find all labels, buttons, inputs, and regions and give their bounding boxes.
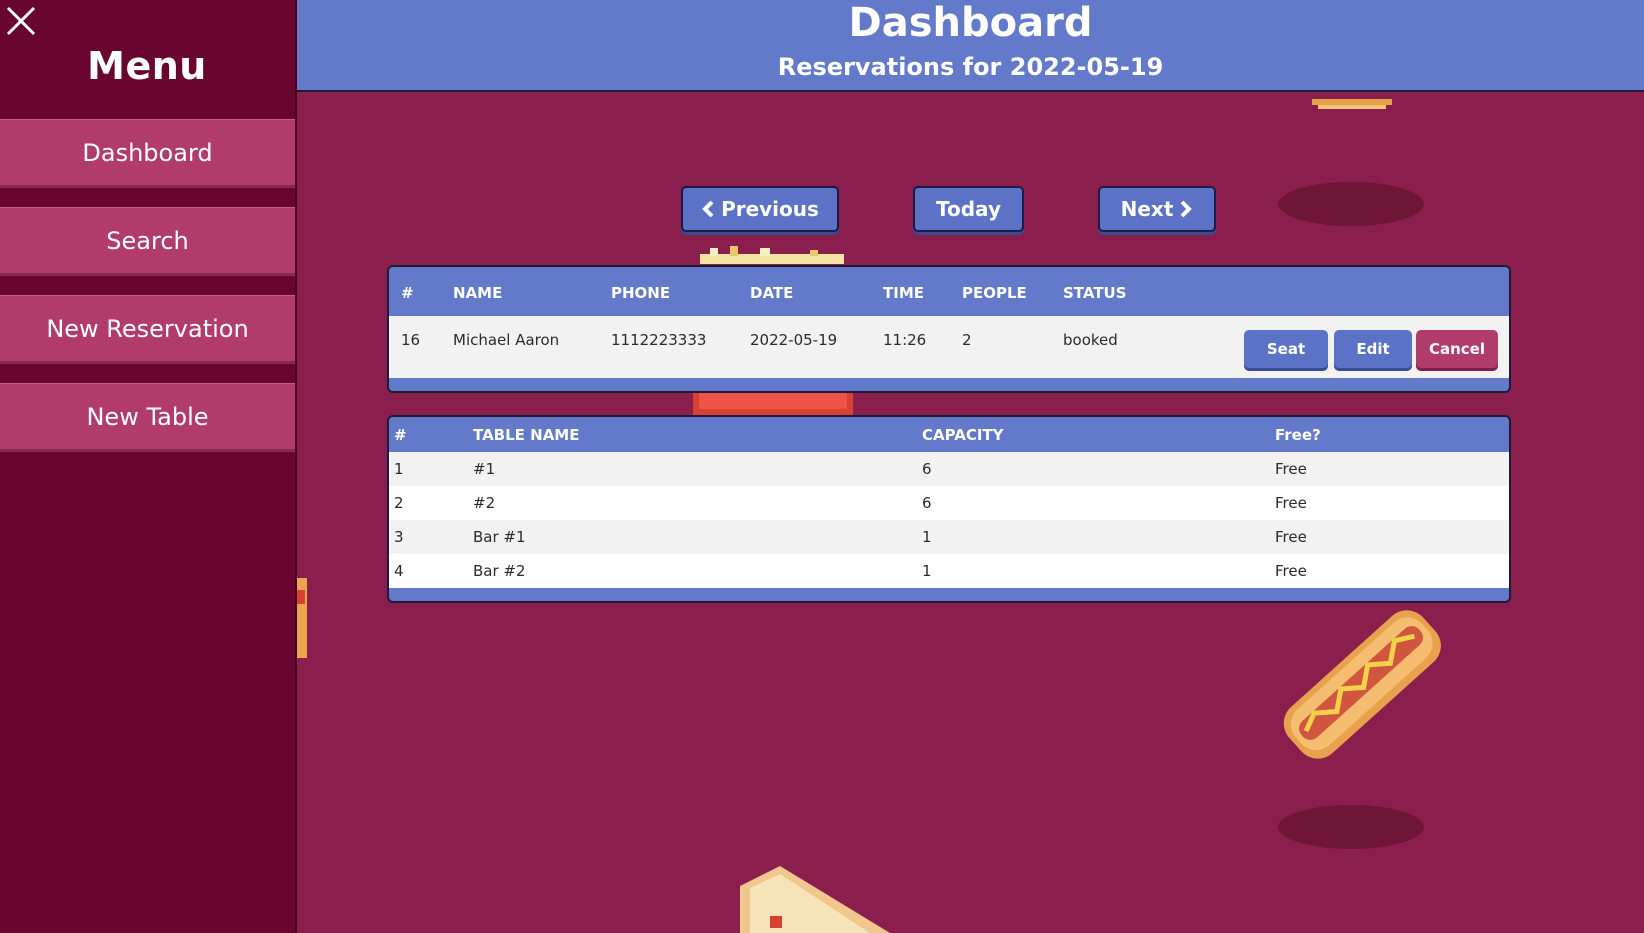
edit-button[interactable]: Edit — [1334, 330, 1412, 368]
reservation-status: booked — [1063, 331, 1118, 349]
reservation-time: 11:26 — [883, 331, 927, 349]
table-free-status: Free — [1275, 528, 1307, 546]
shadow-decoration — [1278, 805, 1424, 849]
sidebar: Menu Dashboard Search New Reservation Ne… — [0, 0, 297, 933]
table-name: Bar #2 — [473, 562, 526, 580]
column-header-table-number: # — [394, 426, 407, 444]
table-row: 3 Bar #1 1 Free — [389, 520, 1509, 554]
next-button[interactable]: Next — [1098, 186, 1216, 232]
today-button-label: Today — [936, 197, 1001, 221]
column-header-people: PEOPLE — [962, 284, 1027, 302]
reservation-people: 2 — [962, 331, 972, 349]
column-header-date: DATE — [750, 284, 794, 302]
table-row: 2 #2 6 Free — [389, 486, 1509, 520]
column-header-number: # — [401, 284, 414, 302]
pizza-decoration — [740, 866, 890, 933]
fries-decoration — [700, 246, 844, 264]
close-icon[interactable] — [4, 4, 38, 38]
page-title: Dashboard — [848, 0, 1093, 46]
food-edge-decoration — [297, 578, 309, 658]
reservation-name: Michael Aaron — [453, 331, 560, 349]
tables-table: # TABLE NAME CAPACITY Free? 1 #1 6 Free … — [387, 415, 1511, 603]
reservation-id: 16 — [401, 331, 421, 349]
table-free-status: Free — [1275, 562, 1307, 580]
column-header-phone: PHONE — [611, 284, 671, 302]
table-capacity: 1 — [922, 528, 932, 546]
table-id: 1 — [394, 460, 404, 478]
cancel-button[interactable]: Cancel — [1416, 330, 1498, 368]
table-capacity: 6 — [922, 494, 932, 512]
table-capacity: 6 — [922, 460, 932, 478]
column-header-name: NAME — [453, 284, 503, 302]
column-header-capacity: CAPACITY — [922, 426, 1004, 444]
ketchup-decoration — [693, 393, 853, 415]
today-button[interactable]: Today — [913, 186, 1024, 232]
table-id: 2 — [394, 494, 404, 512]
reservation-phone: 1112223333 — [611, 331, 707, 349]
chevron-right-icon — [1180, 200, 1193, 218]
column-header-status: STATUS — [1063, 284, 1127, 302]
table-id: 3 — [394, 528, 404, 546]
column-header-free: Free? — [1275, 426, 1321, 444]
table-id: 4 — [394, 562, 404, 580]
sidebar-item-new-table[interactable]: New Table — [0, 383, 295, 452]
table-row: 4 Bar #2 1 Free — [389, 554, 1509, 588]
column-header-time: TIME — [883, 284, 924, 302]
menu-title: Menu — [87, 44, 207, 88]
reservations-table: # NAME PHONE DATE TIME PEOPLE STATUS 16 … — [387, 265, 1511, 393]
previous-button[interactable]: Previous — [681, 186, 839, 232]
seat-button[interactable]: Seat — [1244, 330, 1328, 368]
next-button-label: Next — [1120, 197, 1174, 221]
hotdog-decoration — [1266, 602, 1456, 764]
reservation-date: 2022-05-19 — [750, 331, 838, 349]
table-capacity: 1 — [922, 562, 932, 580]
table-row: 1 #1 6 Free — [389, 452, 1509, 486]
sidebar-item-new-reservation[interactable]: New Reservation — [0, 295, 295, 364]
column-header-table-name: TABLE NAME — [473, 426, 580, 444]
table-name: Bar #1 — [473, 528, 526, 546]
page-subtitle: Reservations for 2022-05-19 — [777, 53, 1164, 81]
page-header: Dashboard Reservations for 2022-05-19 — [297, 0, 1644, 92]
table-name: #1 — [473, 460, 496, 478]
table-free-status: Free — [1275, 460, 1307, 478]
previous-button-label: Previous — [721, 197, 819, 221]
sidebar-item-dashboard[interactable]: Dashboard — [0, 119, 295, 188]
table-free-status: Free — [1275, 494, 1307, 512]
table-name: #2 — [473, 494, 496, 512]
chevron-left-icon — [702, 200, 714, 218]
sidebar-item-search[interactable]: Search — [0, 207, 295, 276]
shadow-decoration — [1278, 182, 1424, 226]
burger-bun-decoration — [1312, 94, 1392, 109]
